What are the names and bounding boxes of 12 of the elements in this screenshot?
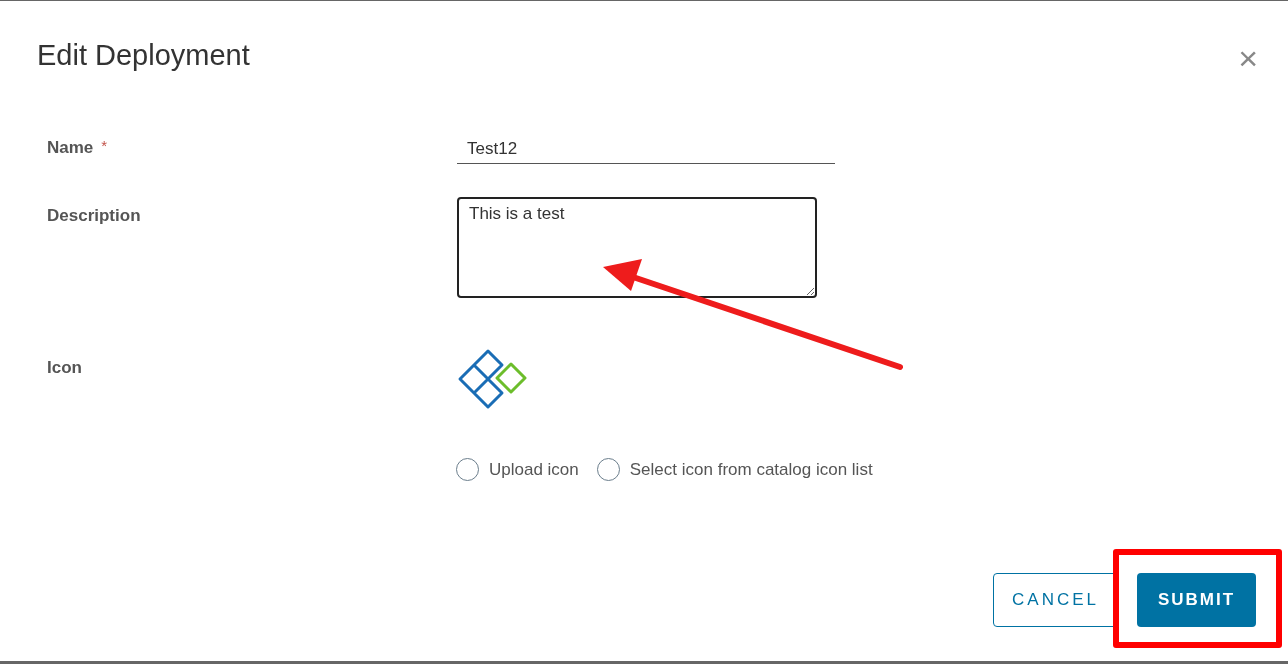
radio-option[interactable]: Upload icon [456, 457, 579, 483]
field-label: Description [47, 205, 141, 227]
required-mark: * [101, 137, 108, 155]
radio-option[interactable]: Select icon from catalog icon list [596, 457, 873, 483]
field-label: Icon [47, 357, 82, 379]
name-field[interactable]: Test12 [457, 135, 835, 164]
description-field[interactable]: This is a test [457, 197, 817, 298]
diamond-icon [457, 347, 529, 411]
submit-button[interactable]: SUBMIT [1137, 573, 1256, 627]
close-button[interactable]: × [1238, 43, 1258, 73]
dialog-title: Edit Deployment [37, 38, 250, 73]
field-label: Name [47, 137, 94, 159]
